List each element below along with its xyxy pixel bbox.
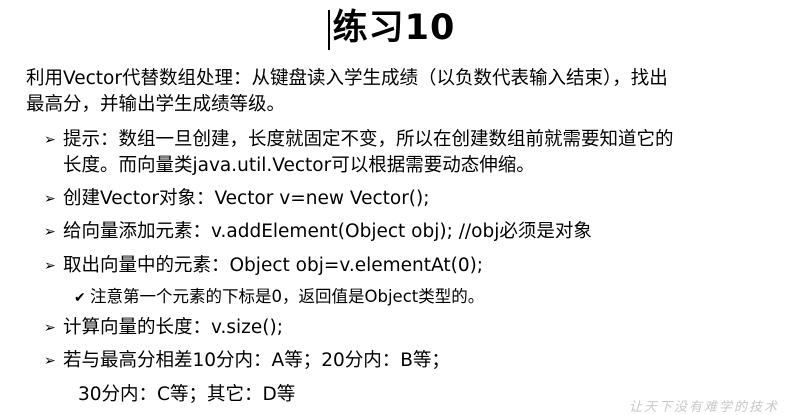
intro-line-1: 利用Vector代替数组处理：从键盘读入学生成绩（以负数代表输入结束），找出 [26, 68, 668, 89]
size-text: 计算向量的长度：v.size(); [63, 317, 283, 338]
note-text: 注意第一个元素的下标是0，返回值是Object类型的。 [90, 287, 485, 306]
grade-text-2: 30分内：C等；其它：D等 [78, 384, 296, 405]
bullet-add: ➢ 给向量添加元素：v.addElement(Object obj); //obj… [44, 219, 592, 245]
bullet-size: ➢ 计算向量的长度：v.size(); [44, 315, 283, 341]
bullet-grade: ➢ 若与最高分相差10分内：A等；20分内：B等； [44, 348, 450, 374]
arrow-bullet-icon: ➢ [44, 353, 56, 369]
bullet-tip: ➢ 提示：数组一旦创建，长度就固定不变，所以在创建数组前就需要知道它的 [44, 127, 674, 153]
intro-line-2: 最高分，并输出学生成绩等级。 [26, 94, 286, 115]
sub-bullet-note: ✔ 注意第一个元素的下标是0，返回值是Object类型的。 [74, 284, 484, 311]
arrow-bullet-icon: ➢ [44, 224, 56, 240]
grade-text-1: 若与最高分相差10分内：A等；20分内：B等； [63, 350, 450, 371]
arrow-bullet-icon: ➢ [44, 191, 56, 207]
arrow-bullet-icon: ➢ [44, 258, 56, 274]
add-text: 给向量添加元素：v.addElement(Object obj); //obj必… [63, 221, 592, 242]
watermark: 让天下没有难学的技术 [628, 400, 779, 415]
create-text: 创建Vector对象：Vector v=new Vector(); [63, 188, 430, 209]
get-text: 取出向量中的元素：Object obj=v.elementAt(0); [63, 255, 484, 276]
arrow-bullet-icon: ➢ [44, 132, 56, 148]
bullet-get: ➢ 取出向量中的元素：Object obj=v.elementAt(0); [44, 253, 483, 279]
title-area: 练习10 [0, 2, 785, 54]
tip-text-1: 提示：数组一旦创建，长度就固定不变，所以在创建数组前就需要知道它的 [63, 129, 674, 150]
bullet-create: ➢ 创建Vector对象：Vector v=new Vector(); [44, 186, 429, 212]
slide-title: 练习10 [332, 8, 456, 48]
tip-text-2: 长度。而向量类java.util.Vector可以根据需要动态伸缩。 [63, 155, 535, 176]
checkmark-icon: ✔ [74, 290, 86, 306]
arrow-bullet-icon: ➢ [44, 320, 56, 336]
